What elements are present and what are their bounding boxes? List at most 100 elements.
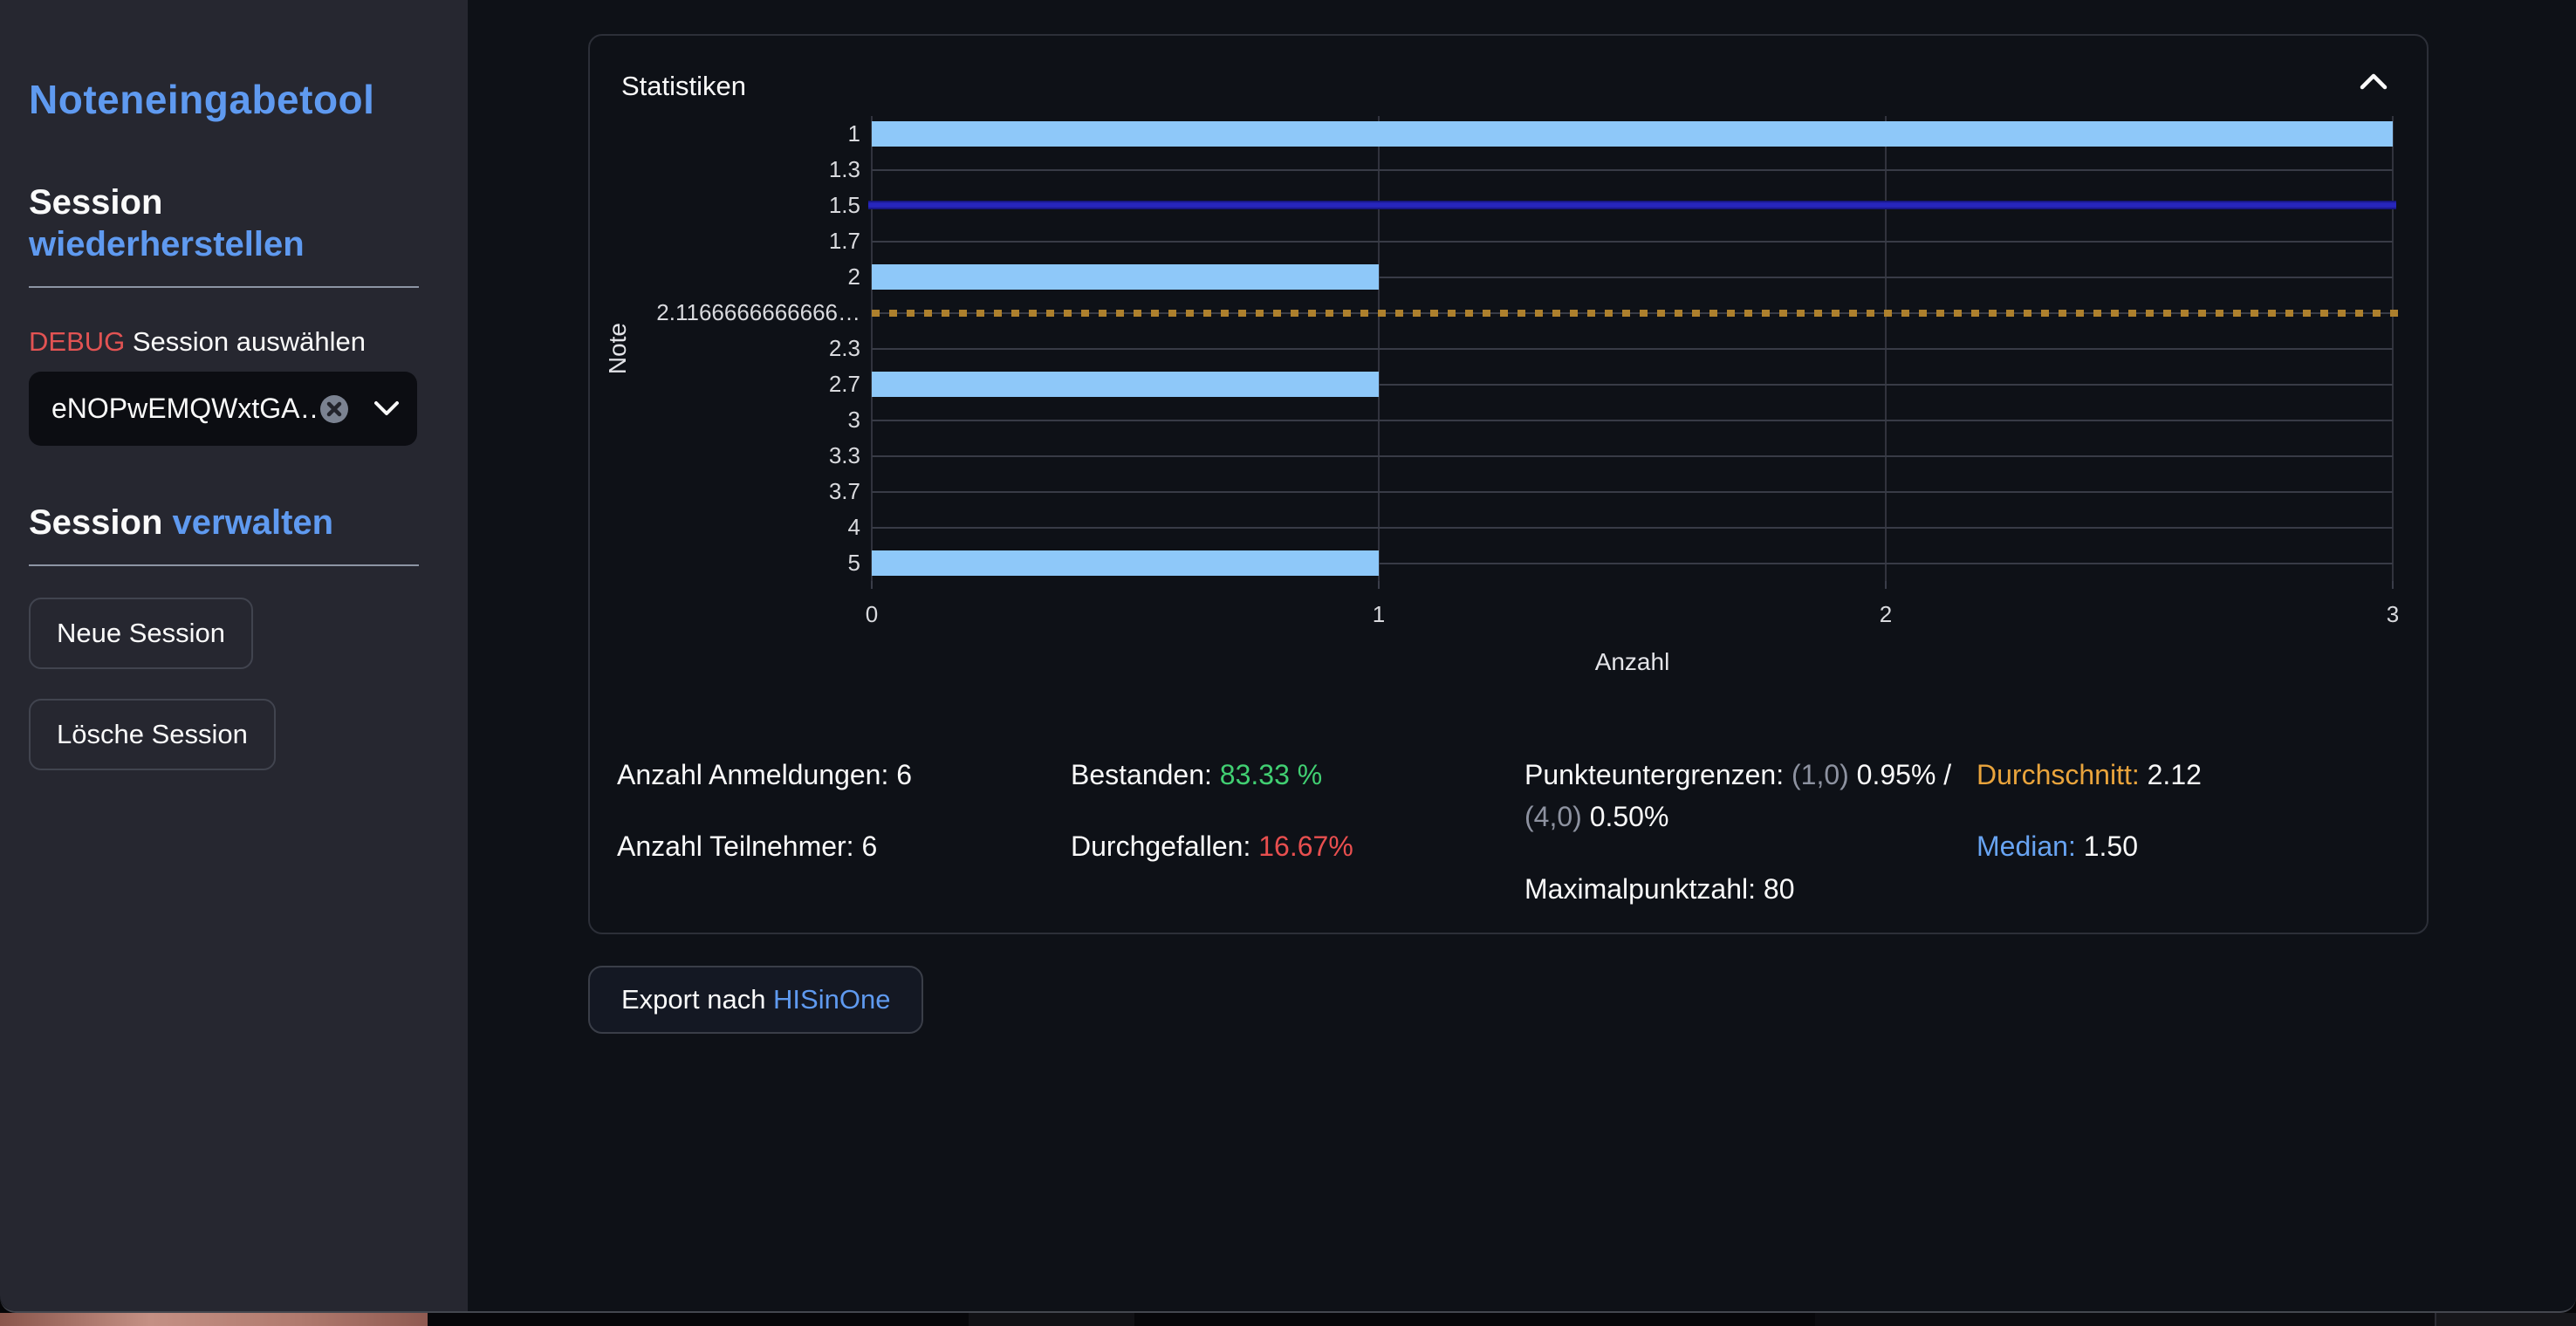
chart-row (872, 438, 2393, 474)
stat-value: 0.95% / (1857, 759, 1952, 790)
stat-value: 16.67% (1258, 830, 1353, 862)
horizontal-gridline (872, 527, 2393, 529)
stat-label: Durchgefallen: (1071, 830, 1250, 862)
chart-row (872, 259, 2393, 295)
desktop-strip (0, 1313, 2576, 1326)
app-window: Noteneingabetool Session wiederherstelle… (0, 0, 2576, 1313)
delete-session-button[interactable]: Lösche Session (29, 699, 276, 770)
stat-point-limits-line1: Punkteuntergrenzen: (1,0) 0.95% / (1524, 757, 1951, 792)
chart-row (872, 366, 2393, 402)
y-tick-label: 2.7 (641, 366, 860, 402)
stat-label: Anzahl Anmeldungen: (617, 759, 888, 790)
export-button-highlight: HISinOne (773, 984, 890, 1015)
stat-value: 6 (896, 759, 912, 790)
stat-failed: Durchgefallen: 16.67% (1071, 829, 1353, 864)
x-axis-title: Anzahl (872, 648, 2393, 676)
divider (29, 564, 419, 566)
session-select-label: DEBUG Session auswählen (29, 326, 419, 358)
y-tick-label: 1.3 (641, 152, 860, 188)
y-tick-label: 3.3 (641, 438, 860, 474)
median-reference-line (868, 201, 2396, 209)
desktop-strip-segment (969, 1313, 1134, 1326)
bar (872, 264, 1379, 290)
chart-row (872, 474, 2393, 509)
sidebar: Noteneingabetool Session wiederherstelle… (0, 0, 468, 1311)
desktop-strip-left (0, 1313, 428, 1326)
grade-1-paren: (1,0) (1792, 759, 1849, 790)
chart-row (872, 509, 2393, 545)
statistics-expander: Statistiken Note 11.31.51.722.1166666666… (588, 34, 2429, 934)
bar (872, 550, 1379, 576)
stat-median: Median: 1.50 (1977, 829, 2138, 864)
y-axis-tick-labels: 11.31.51.722.1166666666666…2.32.733.33.7… (641, 116, 860, 581)
chart-row (872, 223, 2393, 259)
session-select-value: eNOPwEMQWxtGA… (51, 393, 318, 425)
stat-value: 6 (861, 830, 877, 862)
desktop-strip-segment (1815, 1313, 2435, 1326)
heading-highlight: wiederherstellen (29, 225, 305, 263)
chart-row (872, 402, 2393, 438)
manage-session-heading: Session verwalten (29, 446, 419, 543)
y-axis-title: Note (604, 116, 632, 581)
x-axis-tick-labels: 0123 (872, 601, 2393, 632)
stat-registrations: Anzahl Anmeldungen: 6 (617, 757, 912, 792)
y-tick-label: 5 (641, 545, 860, 581)
stat-label: Punkteuntergrenzen: (1524, 759, 1784, 790)
stat-point-limits-line2: (4,0) 0.50% (1524, 799, 1668, 834)
session-select[interactable]: eNOPwEMQWxtGA… (29, 372, 417, 446)
export-button-text: Export nach (621, 984, 773, 1015)
y-tick-label: 3.7 (641, 474, 860, 509)
horizontal-gridline (872, 169, 2393, 171)
clear-selection-icon[interactable] (318, 393, 351, 426)
collapse-chevron-up-icon[interactable] (2359, 72, 2388, 95)
stat-label: Anzahl Teilnehmer: (617, 830, 854, 862)
chart-row (872, 331, 2393, 366)
stat-value: 80 (1764, 873, 1795, 905)
horizontal-gridline (872, 348, 2393, 350)
x-tick-label: 1 (1373, 601, 1385, 628)
chart-row (872, 152, 2393, 188)
x-axis-tick (2392, 581, 2394, 589)
new-session-button[interactable]: Neue Session (29, 598, 253, 669)
y-tick-label: 2.3 (641, 331, 860, 366)
y-tick-label: 1 (641, 116, 860, 152)
heading-text: Session (29, 503, 162, 542)
horizontal-gridline (872, 491, 2393, 493)
x-axis-tick (1378, 581, 1380, 589)
stat-value: 0.50% (1590, 801, 1669, 832)
chart-row (872, 116, 2393, 152)
grade-4-paren: (4,0) (1524, 801, 1582, 832)
y-tick-label: 2 (641, 259, 860, 295)
x-axis-tick (1885, 581, 1887, 589)
x-tick-label: 2 (1880, 601, 1892, 628)
stat-average: Durchschnitt: 2.12 (1977, 757, 2202, 792)
stat-value: 83.33 % (1220, 759, 1322, 790)
horizontal-gridline (872, 241, 2393, 243)
x-tick-label: 3 (2387, 601, 2399, 628)
x-tick-label: 0 (866, 601, 878, 628)
desktop-strip-segment (2435, 1313, 2576, 1326)
stat-passed: Bestanden: 83.33 % (1071, 757, 1322, 792)
y-tick-label: 2.1166666666666… (641, 295, 860, 331)
horizontal-gridline (872, 420, 2393, 421)
heading-highlight: verwalten (173, 503, 334, 542)
y-tick-label: 1.7 (641, 223, 860, 259)
bar (872, 372, 1379, 397)
y-tick-label: 3 (641, 402, 860, 438)
chart-row (872, 545, 2393, 581)
stat-label: Median: (1977, 830, 2076, 862)
stat-value: 2.12 (2148, 759, 2202, 790)
y-axis-title-text: Note (604, 323, 632, 374)
bar (872, 121, 2393, 147)
stat-label: Durchschnitt: (1977, 759, 2140, 790)
stat-max-points: Maximalpunktzahl: 80 (1524, 871, 1794, 906)
export-button[interactable]: Export nach HISinOne (588, 966, 923, 1034)
horizontal-gridline (872, 455, 2393, 457)
heading-text: Session (29, 183, 162, 222)
restore-session-heading: Session wiederherstellen (29, 126, 419, 265)
stat-label: Maximalpunktzahl: (1524, 873, 1756, 905)
y-tick-label: 4 (641, 509, 860, 545)
stat-value: 1.50 (2084, 830, 2138, 862)
y-tick-label: 1.5 (641, 188, 860, 223)
chevron-down-icon[interactable] (373, 400, 400, 417)
